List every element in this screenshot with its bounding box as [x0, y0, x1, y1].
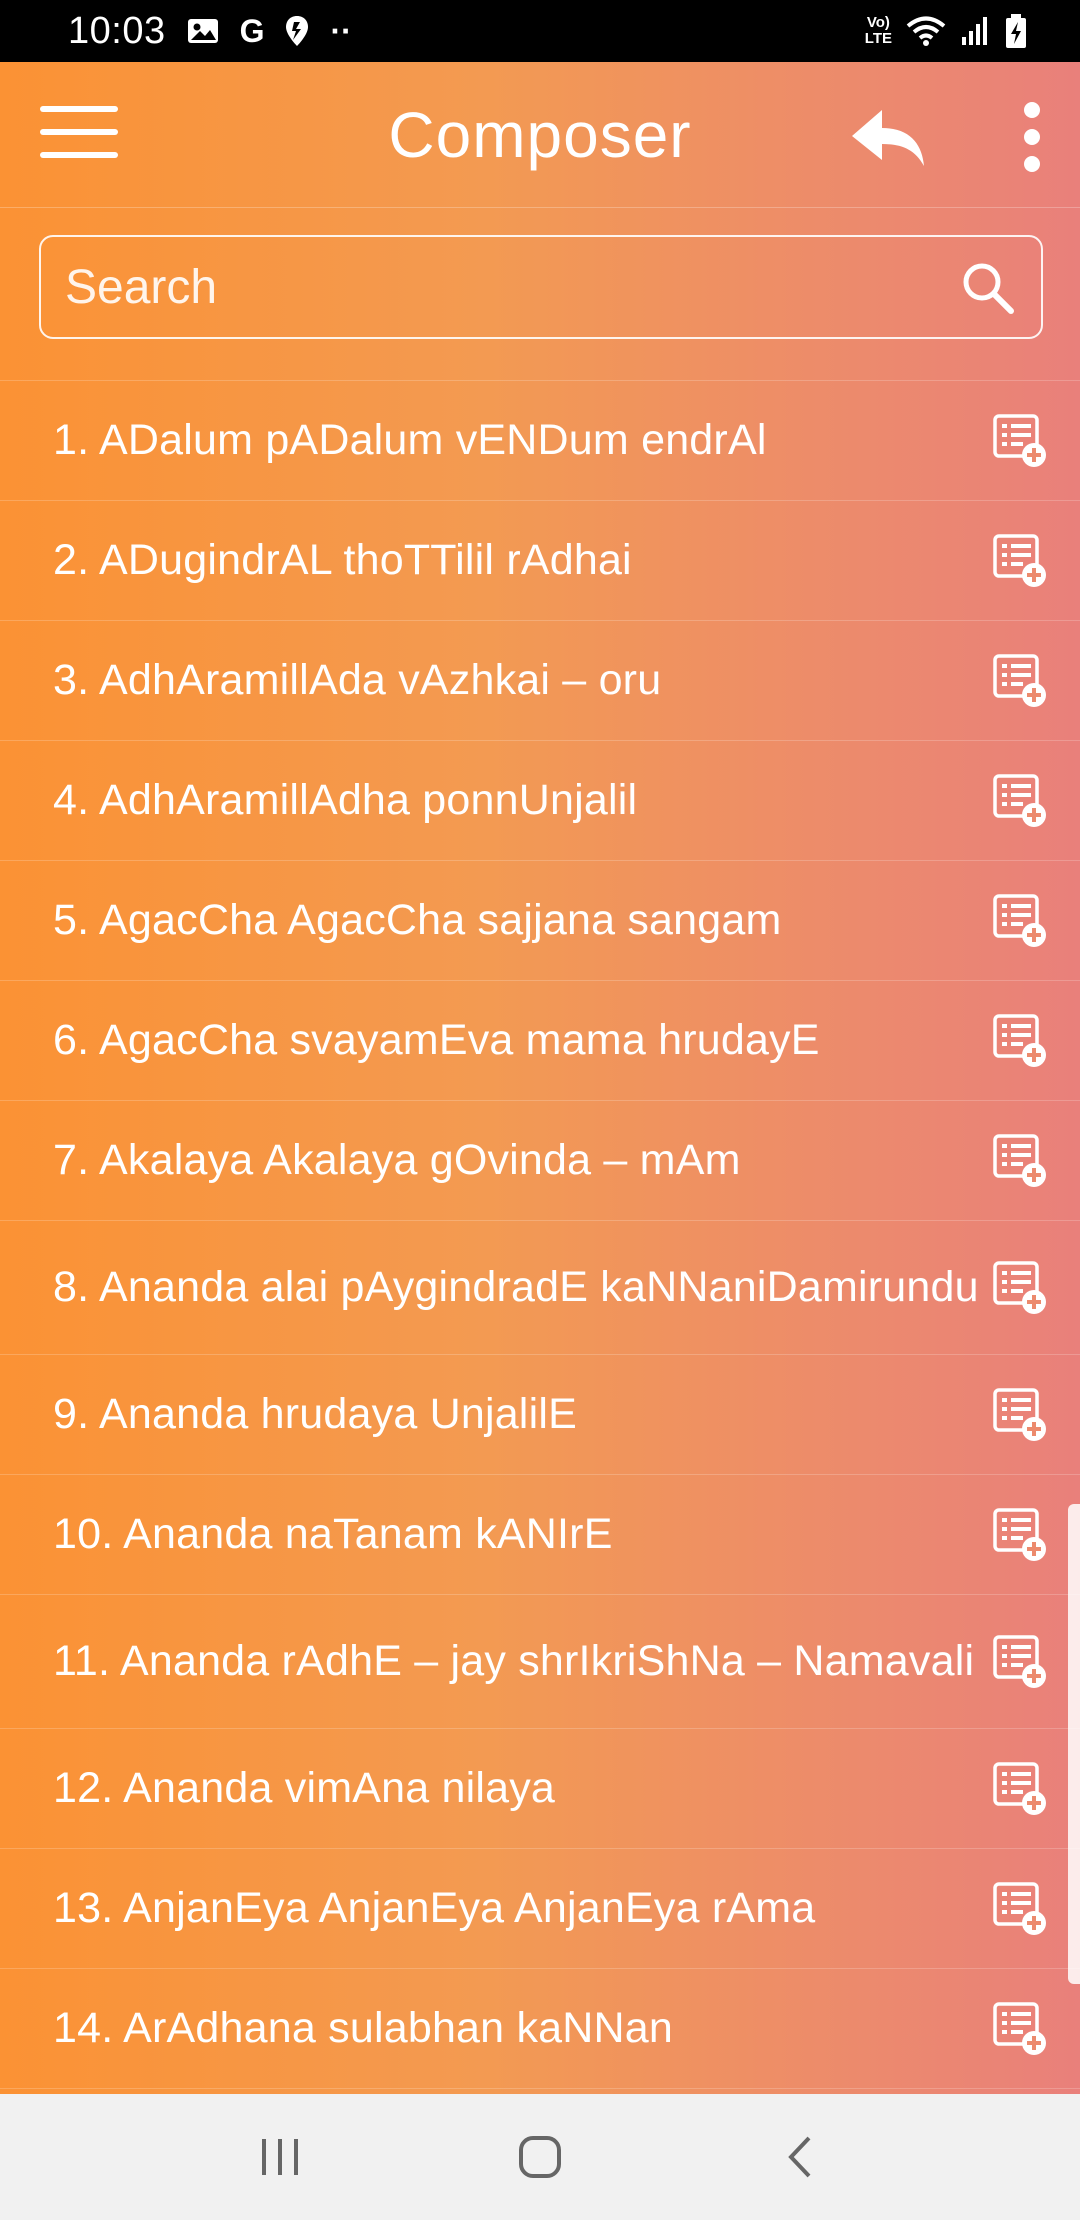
- list-item[interactable]: 11. Ananda rAdhE – jay shrIkriShNa – Nam…: [0, 1595, 1080, 1729]
- list-item[interactable]: 6. AgacCha svayamEva mama hrudayE: [0, 981, 1080, 1101]
- status-right: Vo) LTE: [865, 13, 1028, 49]
- gallery-notification-icon: [187, 19, 218, 43]
- search-icon[interactable]: [957, 257, 1017, 317]
- more-vertical-icon[interactable]: [1018, 102, 1046, 182]
- toolbar-divider: [0, 207, 1080, 208]
- song-title: 7. Akalaya Akalaya gOvinda – mAm: [53, 1136, 741, 1184]
- song-title: 2. ADugindrAL thoTTilil rAdhai: [53, 536, 632, 584]
- home-icon: [519, 2136, 561, 2178]
- playlist-add-icon[interactable]: [992, 893, 1048, 949]
- list-item[interactable]: 9. Ananda hrudaya UnjalilE: [0, 1355, 1080, 1475]
- song-title: 5. AgacCha AgacCha sajjana sangam: [53, 896, 782, 944]
- song-title: 11. Ananda rAdhE – jay shrIkriShNa – Nam…: [53, 1637, 975, 1685]
- list-item[interactable]: 8. Ananda alai pAygindradE kaNNaniDamiru…: [0, 1221, 1080, 1355]
- list-item[interactable]: 13. AnjanEya AnjanEya AnjanEya rAma: [0, 1849, 1080, 1969]
- playlist-add-icon[interactable]: [992, 1761, 1048, 1817]
- app-content: Composer 1. ADalum pADalum vENDum endrAl…: [0, 62, 1080, 2094]
- playlist-add-icon[interactable]: [992, 1260, 1048, 1316]
- song-title: 6. AgacCha svayamEva mama hrudayE: [53, 1016, 820, 1064]
- list-item[interactable]: 5. AgacCha AgacCha sajjana sangam: [0, 861, 1080, 981]
- song-title: 9. Ananda hrudaya UnjalilE: [53, 1390, 577, 1438]
- volte-indicator: Vo) LTE: [865, 15, 892, 47]
- playlist-add-icon[interactable]: [992, 1133, 1048, 1189]
- status-time: 10:03: [68, 9, 166, 52]
- recent-apps-icon: [262, 2139, 298, 2175]
- list-item[interactable]: 10. Ananda naTanam kANIrE: [0, 1475, 1080, 1595]
- recent-apps-button[interactable]: [240, 2117, 320, 2197]
- list-item[interactable]: 4. AdhAramillAdha ponnUnjalil: [0, 741, 1080, 861]
- song-title: 14. ArAdhana sulabhan kaNNan: [53, 2004, 673, 2052]
- list-item[interactable]: 2. ADugindrAL thoTTilil rAdhai: [0, 501, 1080, 621]
- google-notification-icon: G: [239, 12, 265, 49]
- location-notification-icon: [286, 16, 309, 46]
- signal-icon: [962, 17, 987, 45]
- song-title: 4. AdhAramillAdha ponnUnjalil: [53, 776, 638, 824]
- playlist-add-icon[interactable]: [992, 1387, 1048, 1443]
- status-left: 10:03 G ··: [68, 10, 352, 53]
- song-title: 3. AdhAramillAda vAzhkai – oru: [53, 656, 662, 704]
- song-title: 1. ADalum pADalum vENDum endrAl: [53, 416, 767, 464]
- song-list: 1. ADalum pADalum vENDum endrAl 2. ADugin…: [0, 380, 1080, 2089]
- playlist-add-icon[interactable]: [992, 413, 1048, 469]
- battery-charging-icon: [1006, 14, 1026, 48]
- volte-label: Vo): [866, 14, 890, 31]
- song-title: 10. Ananda naTanam kANIrE: [53, 1510, 613, 1558]
- list-item[interactable]: 3. AdhAramillAda vAzhkai – oru: [0, 621, 1080, 741]
- playlist-add-icon[interactable]: [992, 1013, 1048, 1069]
- back-button[interactable]: [760, 2117, 840, 2197]
- reply-arrow-icon[interactable]: [848, 104, 928, 174]
- scrollbar-thumb[interactable]: [1068, 1504, 1080, 1984]
- search-bar: [39, 235, 1043, 339]
- playlist-add-icon[interactable]: [992, 653, 1048, 709]
- song-title: 13. AnjanEya AnjanEya AnjanEya rAma: [53, 1884, 816, 1932]
- more-notifications-dots: ··: [330, 12, 352, 49]
- list-item[interactable]: 1. ADalum pADalum vENDum endrAl: [0, 381, 1080, 501]
- wifi-icon: [906, 16, 946, 46]
- more-dot: [1024, 102, 1040, 118]
- search-input[interactable]: [65, 259, 957, 315]
- more-dot: [1024, 129, 1040, 145]
- back-chevron-icon: [788, 2136, 811, 2178]
- list-item[interactable]: 12. Ananda vimAna nilaya: [0, 1729, 1080, 1849]
- playlist-add-icon[interactable]: [992, 773, 1048, 829]
- song-title: 8. Ananda alai pAygindradE kaNNaniDamiru…: [53, 1263, 979, 1311]
- playlist-add-icon[interactable]: [992, 1507, 1048, 1563]
- playlist-add-icon[interactable]: [992, 1634, 1048, 1690]
- status-bar: 10:03 G ·· Vo) LTE: [0, 0, 1080, 62]
- home-button[interactable]: [500, 2117, 580, 2197]
- playlist-add-icon[interactable]: [992, 533, 1048, 589]
- list-item[interactable]: 14. ArAdhana sulabhan kaNNan: [0, 1969, 1080, 2089]
- song-title: 12. Ananda vimAna nilaya: [53, 1764, 556, 1812]
- playlist-add-icon[interactable]: [992, 1881, 1048, 1937]
- system-nav-bar: [0, 2094, 1080, 2220]
- lte-label: LTE: [864, 30, 892, 47]
- toolbar: Composer: [0, 62, 1080, 208]
- more-dot: [1024, 156, 1040, 172]
- list-item[interactable]: 7. Akalaya Akalaya gOvinda – mAm: [0, 1101, 1080, 1221]
- playlist-add-icon[interactable]: [992, 2001, 1048, 2057]
